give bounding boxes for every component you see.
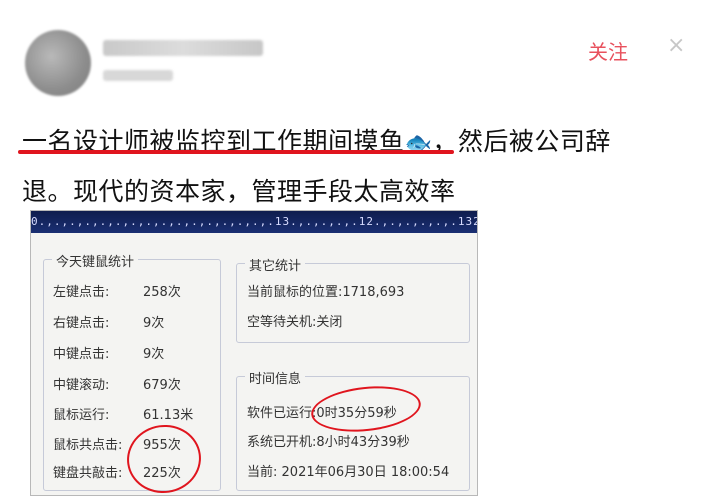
follow-button[interactable]: 关注: [588, 36, 628, 65]
today-stats-title: 今天键鼠统计: [52, 251, 139, 270]
stat-label: 鼠标运行:: [53, 408, 110, 423]
avatar[interactable]: [25, 30, 91, 96]
stat-value: 258次: [143, 285, 181, 300]
stat-row: 右键点击: 9次: [53, 312, 164, 331]
stat-row: 左键点击: 258次: [53, 281, 181, 300]
stat-row: 鼠标共点击: 955次: [53, 434, 181, 453]
stat-label: 键盘共敲击:: [53, 466, 123, 481]
stat-label: 左键点击:: [53, 285, 110, 300]
software-runtime-label: 软件已运行:: [247, 406, 317, 421]
current-time-row: 当前: 2021年06月30日 18:00:54: [247, 461, 449, 480]
user-name-blurred[interactable]: [103, 40, 263, 56]
post-line-2: 退。现代的资本家，管理手段太高效率: [22, 177, 456, 206]
stat-value: 61.13米: [143, 408, 194, 423]
embedded-screenshot[interactable]: 0.,.,.,.,.,.,.,.,.,.,.,.,.,.,.,.13.,.,.,…: [30, 210, 478, 496]
post-text: 一名设计师被监控到工作期间摸鱼🐟，然后被公司辞 退。现代的资本家，管理手段太高效…: [22, 118, 610, 216]
stat-row: 中键滚动: 679次: [53, 374, 181, 393]
stat-label: 中键点击:: [53, 347, 110, 362]
standby-shutdown-text: 空等待关机:关闭: [247, 315, 343, 330]
other-stats-title: 其它统计: [245, 255, 306, 274]
post-line-1-tail: ，然后被公司辞: [432, 127, 611, 156]
stat-value: 9次: [143, 347, 165, 362]
stat-value: 9次: [143, 316, 165, 331]
mouse-position-text: 当前鼠标的位置:1718,693: [247, 285, 405, 300]
post-line-1: 一名设计师被监控到工作期间摸鱼🐟，然后被公司辞: [22, 118, 610, 168]
stat-label: 中键滚动:: [53, 378, 110, 393]
current-time-value: 2021年06月30日 18:00:54: [281, 465, 450, 480]
time-info-title: 时间信息: [245, 368, 306, 387]
stat-label: 鼠标共点击:: [53, 438, 123, 453]
system-uptime-text: 系统已开机:8小时43分39秒: [247, 435, 410, 450]
stat-row: 鼠标运行: 61.13米: [53, 404, 193, 423]
close-icon[interactable]: ×: [667, 33, 685, 58]
stat-row: 键盘共敲击: 225次: [53, 462, 181, 481]
stat-row: 中键点击: 9次: [53, 343, 164, 362]
other-stats-group: 其它统计: [236, 255, 470, 343]
stat-label: 右键点击:: [53, 316, 110, 331]
post-time-blurred: [103, 70, 173, 81]
current-time-label: 当前:: [247, 465, 278, 480]
red-underline-annotation: [18, 150, 454, 154]
stat-value: 679次: [143, 378, 181, 393]
taskbar-strip: 0.,.,.,.,.,.,.,.,.,.,.,.,.,.,.,.13.,.,.,…: [31, 211, 477, 233]
